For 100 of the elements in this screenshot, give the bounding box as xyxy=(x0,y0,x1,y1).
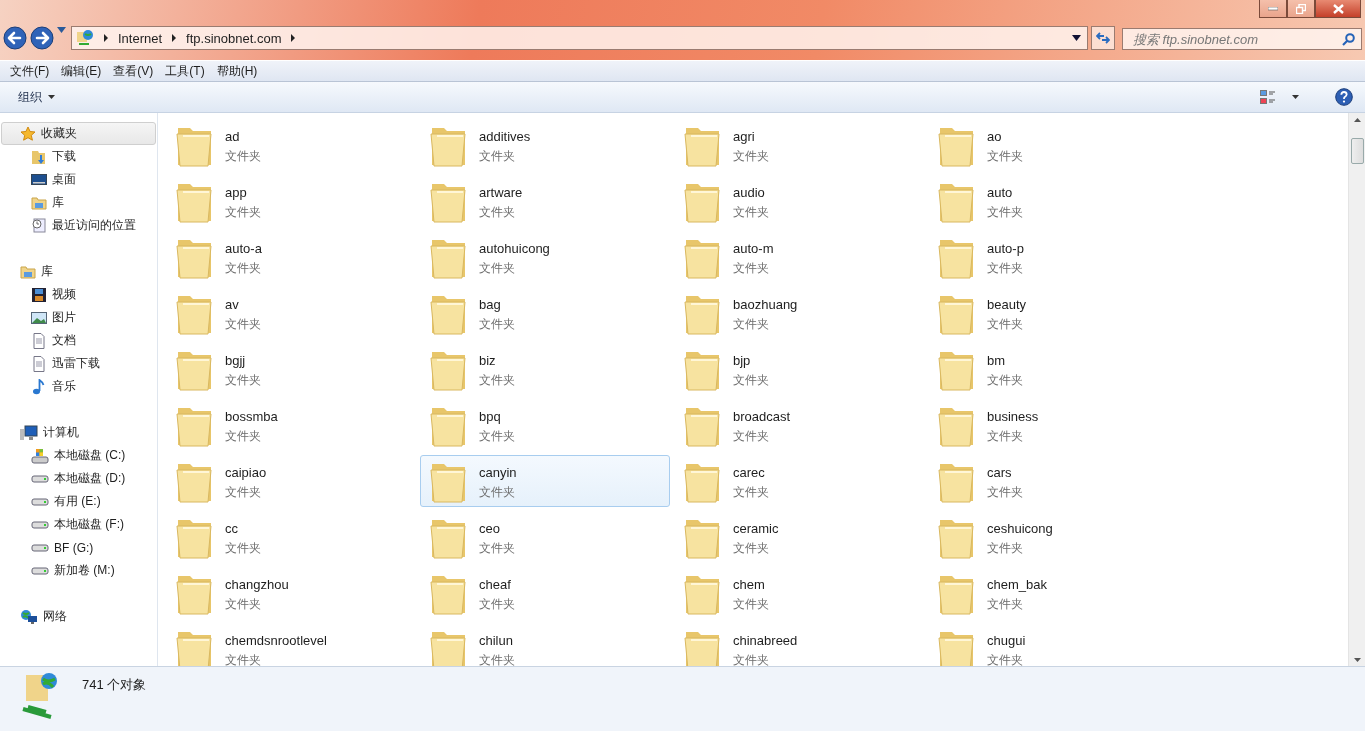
folder-item[interactable]: chem_bak 文件夹 xyxy=(928,567,1178,619)
sidebar-header[interactable]: 计算机 xyxy=(1,421,156,444)
folder-item[interactable]: auto-a 文件夹 xyxy=(166,231,416,283)
folder-type: 文件夹 xyxy=(733,316,770,333)
menu-item[interactable]: 工具(T) xyxy=(160,62,210,80)
folder-type: 文件夹 xyxy=(479,652,515,666)
caret-icon[interactable] xyxy=(1292,95,1299,99)
folder-item[interactable]: baozhuang 文件夹 xyxy=(674,287,924,339)
sidebar-item[interactable]: BF (G:) xyxy=(0,536,157,559)
folder-item[interactable]: cc 文件夹 xyxy=(166,511,416,563)
folder-type: 文件夹 xyxy=(479,204,516,221)
folder-item[interactable]: bjp 文件夹 xyxy=(674,343,924,395)
sidebar-item[interactable]: 下载 xyxy=(0,145,157,168)
chevron-icon xyxy=(103,34,109,42)
sidebar-item[interactable]: 视频 xyxy=(0,283,157,306)
breadcrumb-item[interactable]: ftp.sinobnet.com xyxy=(186,30,282,46)
folder-item[interactable]: broadcast 文件夹 xyxy=(674,399,924,451)
sidebar-item[interactable]: 有用 (E:) xyxy=(0,490,157,513)
folder-item[interactable]: ceshuicong 文件夹 xyxy=(928,511,1178,563)
sidebar-item[interactable]: 迅雷下载 xyxy=(0,352,157,375)
folder-type: 文件夹 xyxy=(479,148,516,165)
folder-arrow-icon xyxy=(31,148,47,165)
folder-item[interactable]: biz 文件夹 xyxy=(420,343,670,395)
sidebar-item[interactable]: 桌面 xyxy=(0,168,157,191)
folder-item[interactable]: ceo 文件夹 xyxy=(420,511,670,563)
folder-name: bag xyxy=(479,297,502,312)
library-folder-icon xyxy=(20,263,36,280)
sidebar-item[interactable]: 图片 xyxy=(0,306,157,329)
folder-item[interactable]: ao 文件夹 xyxy=(928,119,1178,171)
document-icon xyxy=(31,355,47,372)
refresh-button[interactable] xyxy=(1091,26,1115,50)
folder-item[interactable]: ceramic 文件夹 xyxy=(674,511,924,563)
sidebar-item[interactable]: 本地磁盘 (C:) xyxy=(0,444,157,467)
folder-item[interactable]: auto-p 文件夹 xyxy=(928,231,1178,283)
folder-name: ceshuicong xyxy=(987,521,1053,536)
scroll-down-arrow-icon[interactable] xyxy=(1353,658,1361,662)
folder-name: carec xyxy=(733,465,766,480)
folder-item[interactable]: additives 文件夹 xyxy=(420,119,670,171)
folder-type: 文件夹 xyxy=(987,372,1023,389)
menu-item[interactable]: 文件(F) xyxy=(5,62,55,80)
folder-item[interactable]: bm 文件夹 xyxy=(928,343,1178,395)
sidebar-item[interactable]: 库 xyxy=(0,191,157,214)
folder-name: caipiao xyxy=(225,465,267,480)
folder-item[interactable]: av 文件夹 xyxy=(166,287,416,339)
folder-item[interactable]: bpq 文件夹 xyxy=(420,399,670,451)
menu-item[interactable]: 查看(V) xyxy=(108,62,159,80)
folder-name: auto-m xyxy=(733,241,774,256)
search-field[interactable]: 搜索 ftp.sinobnet.com xyxy=(1122,28,1362,50)
scrollbar[interactable] xyxy=(1348,113,1365,666)
folder-item[interactable]: app 文件夹 xyxy=(166,175,416,227)
folder-item[interactable]: bossmba 文件夹 xyxy=(166,399,416,451)
menu-item[interactable]: 编辑(E) xyxy=(56,62,107,80)
forward-button[interactable] xyxy=(30,26,54,50)
folder-type: 文件夹 xyxy=(987,652,1024,666)
sidebar-item[interactable]: 文档 xyxy=(0,329,157,352)
folder-type: 文件夹 xyxy=(733,596,769,613)
folder-item[interactable]: ad 文件夹 xyxy=(166,119,416,171)
folder-item[interactable]: auto 文件夹 xyxy=(928,175,1178,227)
folder-item[interactable]: auto-m 文件夹 xyxy=(674,231,924,283)
sidebar-item[interactable]: 本地磁盘 (D:) xyxy=(0,467,157,490)
folder-item[interactable]: business 文件夹 xyxy=(928,399,1178,451)
folder-name: artware xyxy=(479,185,523,200)
sidebar-header[interactable]: 网络 xyxy=(1,605,156,628)
help-icon[interactable] xyxy=(1335,88,1353,106)
folder-item[interactable]: autohuicong 文件夹 xyxy=(420,231,670,283)
network-folder-icon xyxy=(76,29,94,47)
scroll-up-arrow-icon[interactable] xyxy=(1353,118,1361,122)
folder-item[interactable]: canyin 文件夹 xyxy=(420,455,670,507)
folder-item[interactable]: bag 文件夹 xyxy=(420,287,670,339)
drive-icon xyxy=(31,566,49,575)
folder-item[interactable]: changzhou 文件夹 xyxy=(166,567,416,619)
sidebar-item[interactable]: 最近访问的位置 xyxy=(0,214,157,237)
folder-item[interactable]: artware 文件夹 xyxy=(420,175,670,227)
folder-item[interactable]: bgjj 文件夹 xyxy=(166,343,416,395)
scrollbar-thumb[interactable] xyxy=(1350,138,1364,164)
breadcrumb-item[interactable]: Internet xyxy=(118,30,163,46)
organize-button[interactable]: 组织 xyxy=(10,85,63,109)
minimize-button[interactable] xyxy=(1259,0,1287,18)
folder-item[interactable]: audio 文件夹 xyxy=(674,175,924,227)
folder-name: bpq xyxy=(479,409,502,424)
folder-item[interactable]: cars 文件夹 xyxy=(928,455,1178,507)
sidebar-item[interactable]: 新加卷 (M:) xyxy=(0,559,157,582)
folder-item[interactable]: chem 文件夹 xyxy=(674,567,924,619)
folder-item[interactable]: beauty 文件夹 xyxy=(928,287,1178,339)
folder-item[interactable]: caipiao 文件夹 xyxy=(166,455,416,507)
close-button[interactable] xyxy=(1315,0,1361,18)
restore-button[interactable] xyxy=(1287,0,1315,18)
sidebar-header[interactable]: 库 xyxy=(1,260,156,283)
dropdown-arrow-icon[interactable] xyxy=(1072,35,1081,41)
folder-item[interactable]: agri 文件夹 xyxy=(674,119,924,171)
sidebar-item[interactable]: 音乐 xyxy=(0,375,157,398)
menu-item[interactable]: 帮助(H) xyxy=(211,62,263,80)
view-options-icon[interactable] xyxy=(1260,89,1276,105)
address-bar[interactable]: Internet ftp.sinobnet.com xyxy=(71,26,1088,50)
sidebar-item[interactable]: 本地磁盘 (F:) xyxy=(0,513,157,536)
back-button[interactable] xyxy=(3,26,27,50)
sidebar-header[interactable]: 收藏夹 xyxy=(1,122,156,145)
folder-item[interactable]: cheaf 文件夹 xyxy=(420,567,670,619)
folder-item[interactable]: carec 文件夹 xyxy=(674,455,924,507)
folder-name: ceo xyxy=(479,521,501,536)
